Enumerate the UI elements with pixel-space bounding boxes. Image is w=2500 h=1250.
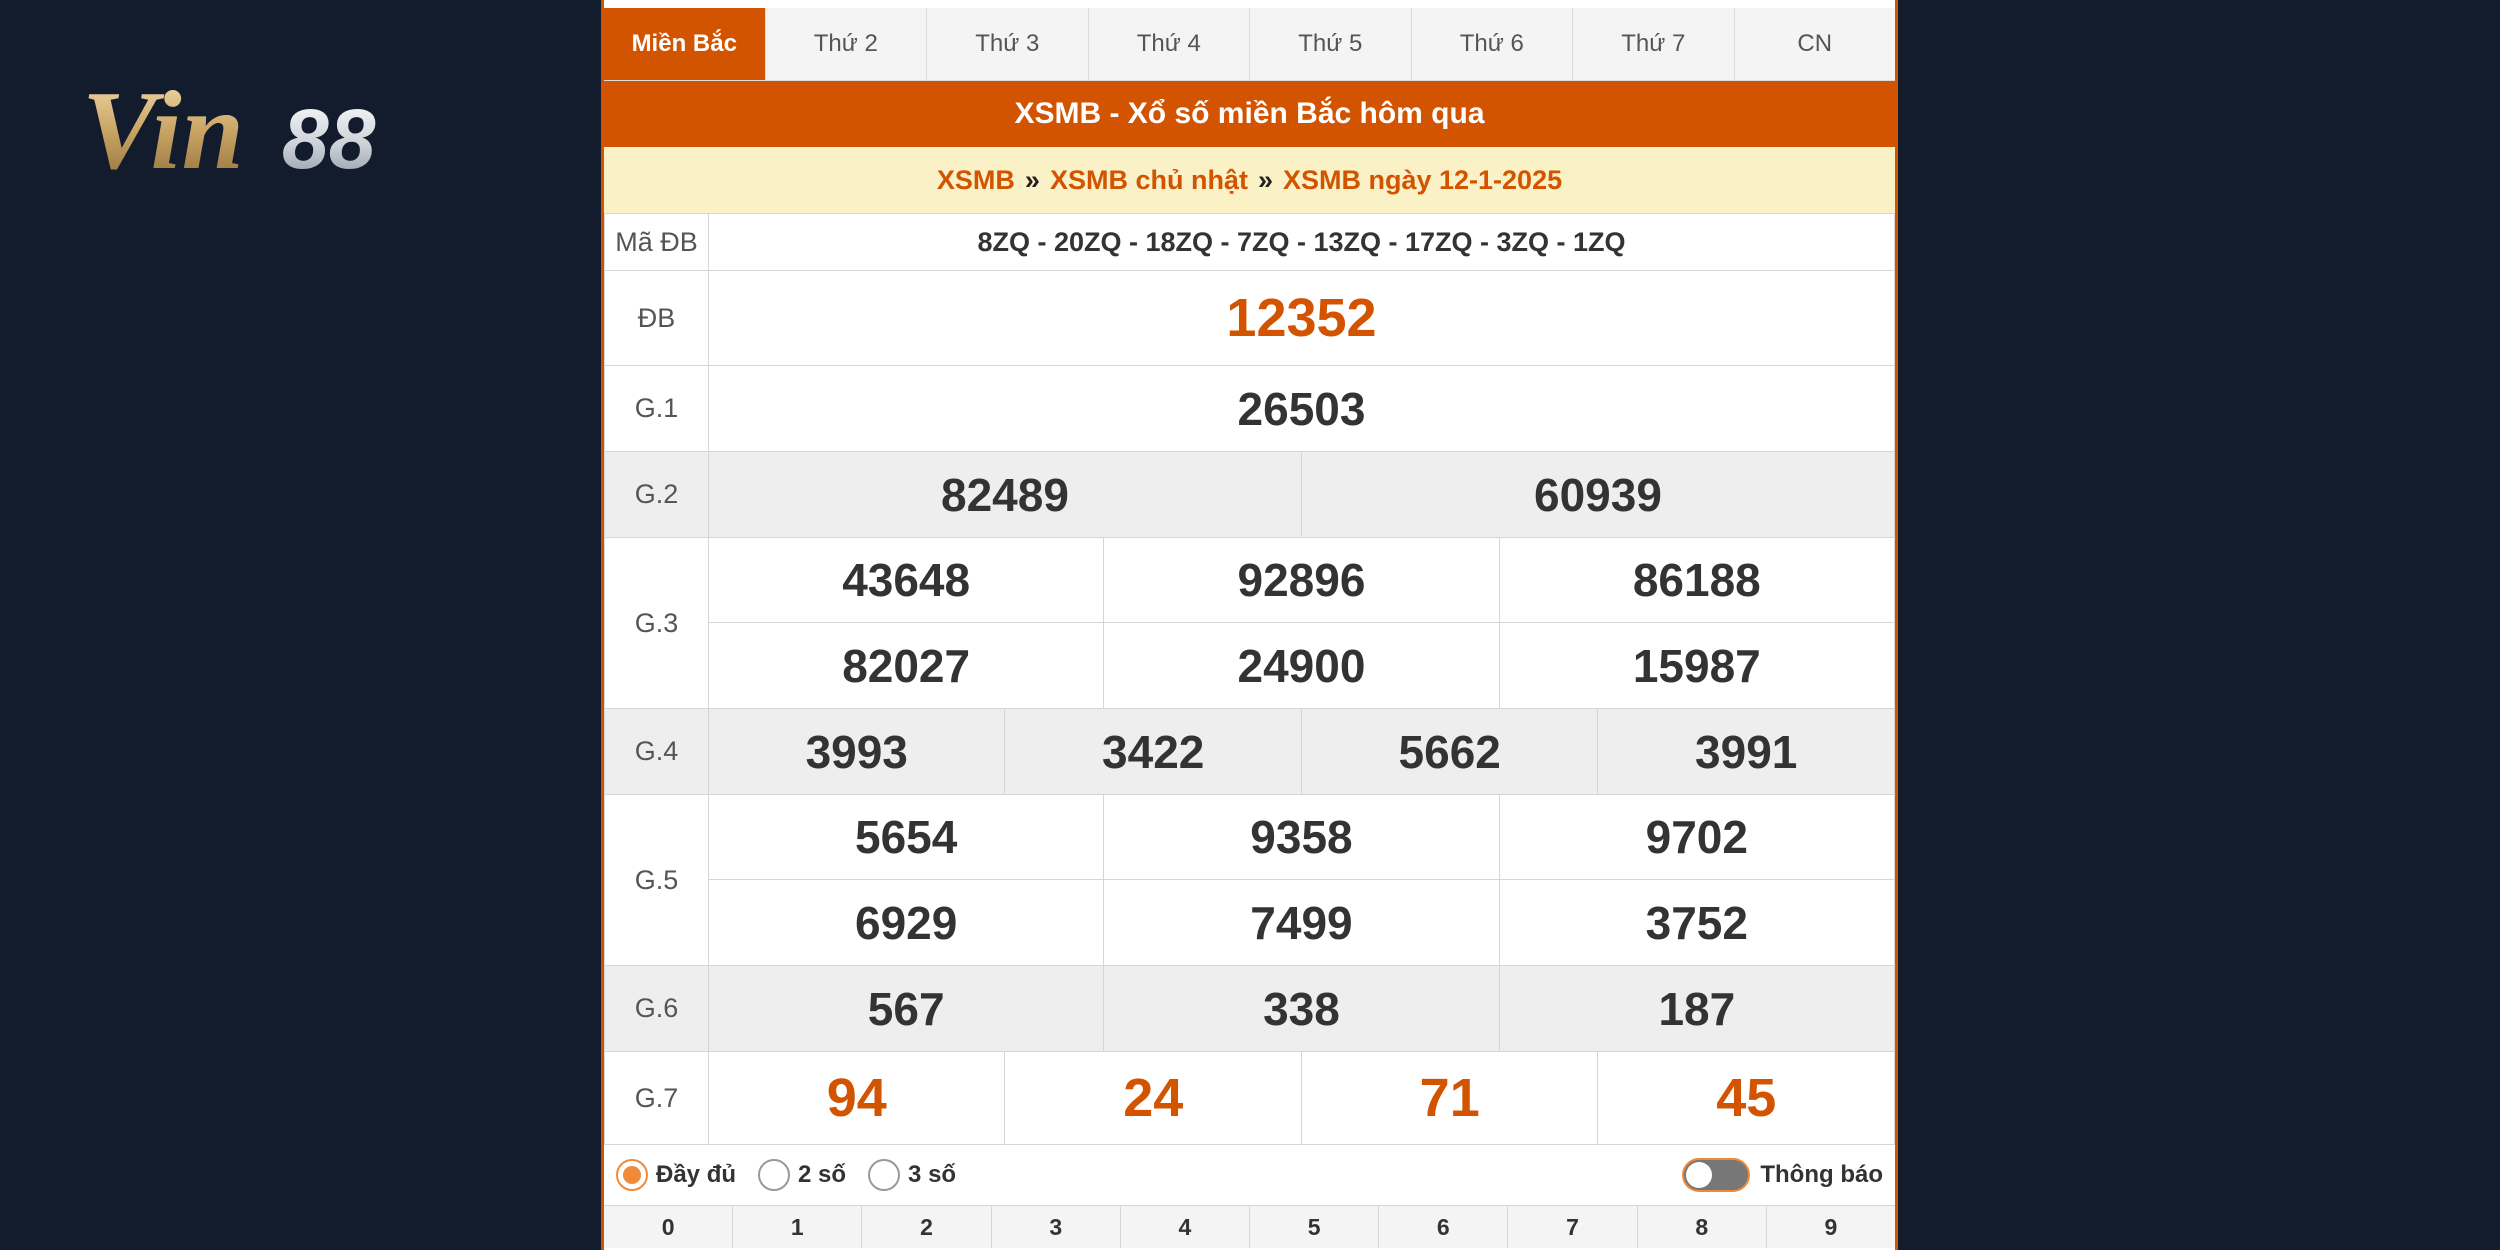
- tab-thu-7[interactable]: Thứ 7: [1573, 8, 1735, 80]
- prize-number: 12352: [708, 270, 1895, 366]
- notification-label: Thông báo: [1760, 1161, 1883, 1188]
- ma-db-label: Mã ĐB: [604, 213, 709, 271]
- prize-number: 3422: [1004, 708, 1302, 795]
- digit-6[interactable]: 6: [1379, 1206, 1509, 1248]
- breadcrumb-xsmb-chu-nhat[interactable]: XSMB chủ nhật: [1050, 165, 1248, 196]
- tab-mien-bac[interactable]: Miền Bắc: [604, 8, 766, 80]
- option-three-digits-label: 3 số: [908, 1161, 957, 1188]
- vin88-logo: Vin 88: [80, 60, 450, 190]
- prize-number: 9702: [1498, 794, 1896, 880]
- prize-label-g6: G.6: [604, 965, 709, 1052]
- prize-number: 187: [1498, 965, 1896, 1052]
- vin88-logo-graphic: Vin 88: [82, 69, 376, 190]
- page-title: XSMB - Xổ số miền Bắc hôm qua: [604, 81, 1895, 147]
- tab-thu-3[interactable]: Thứ 3: [927, 8, 1089, 80]
- option-full[interactable]: Đầy đủ: [616, 1159, 736, 1191]
- prize-row-g7: G.7 94 24 71 45: [604, 1051, 1895, 1145]
- tab-cn[interactable]: CN: [1735, 8, 1896, 80]
- tab-thu-4[interactable]: Thứ 4: [1089, 8, 1250, 80]
- digit-9[interactable]: 9: [1767, 1206, 1895, 1248]
- prize-row-g4: G.4 3993 3422 5662 3991: [604, 708, 1895, 795]
- prize-number: 24: [1004, 1051, 1302, 1145]
- prize-number: 567: [707, 965, 1105, 1052]
- prize-number: 45: [1597, 1051, 1895, 1145]
- prize-row-g3: G.3 43648 92896 86188: [604, 537, 1896, 709]
- prize-number: 86188: [1498, 537, 1896, 623]
- prize-row-g1: G.1 26503: [604, 365, 1895, 452]
- prize-number: 15987: [1498, 622, 1896, 709]
- digit-7[interactable]: 7: [1508, 1206, 1638, 1248]
- digit-2[interactable]: 2: [862, 1206, 992, 1248]
- digit-1[interactable]: 1: [733, 1206, 863, 1248]
- ma-db-row: Mã ĐB 8ZQ - 20ZQ - 18ZQ - 7ZQ - 13ZQ - 1…: [604, 213, 1895, 271]
- option-full-label: Đầy đủ: [656, 1161, 737, 1188]
- prize-number: 82027: [707, 622, 1105, 709]
- toggle-knob: [1686, 1162, 1713, 1188]
- notification-toggle[interactable]: Thông báo: [1682, 1158, 1883, 1192]
- svg-text:Vin: Vin: [82, 69, 244, 190]
- option-two-digits[interactable]: 2 số: [758, 1159, 846, 1191]
- lottery-panel: Miền Bắc Thứ 2 Thứ 3 Thứ 4 Thứ 5 Thứ 6 T…: [601, 0, 1898, 1250]
- option-three-digits[interactable]: 3 số: [868, 1159, 956, 1191]
- prize-number: 338: [1103, 965, 1500, 1052]
- breadcrumb: XSMB » XSMB chủ nhật » XSMB ngày 12-1-20…: [604, 147, 1895, 213]
- prize-number: 94: [707, 1051, 1006, 1145]
- prize-number: 7499: [1103, 879, 1500, 966]
- digit-8[interactable]: 8: [1638, 1206, 1767, 1248]
- prize-number: 24900: [1103, 622, 1500, 709]
- svg-text:88: 88: [282, 92, 376, 186]
- breadcrumb-xsmb-date[interactable]: XSMB ngày 12-1-2025: [1283, 165, 1562, 196]
- ma-db-codes: 8ZQ - 20ZQ - 18ZQ - 7ZQ - 13ZQ - 17ZQ - …: [708, 213, 1895, 271]
- prize-label-g1: G.1: [604, 365, 709, 452]
- breadcrumb-separator: »: [1024, 164, 1040, 195]
- prize-row-g2: G.2 82489 60939: [604, 451, 1896, 538]
- prize-label-g5: G.5: [604, 794, 709, 966]
- prize-number: 43648: [707, 537, 1105, 623]
- prize-number: 3752: [1498, 879, 1896, 966]
- digit-4[interactable]: 4: [1121, 1206, 1251, 1248]
- tab-thu-2[interactable]: Thứ 2: [766, 8, 927, 80]
- prize-row-g6: G.6 567 338 187: [604, 965, 1896, 1052]
- prize-label-g3: G.3: [604, 537, 709, 709]
- results-table: Mã ĐB 8ZQ - 20ZQ - 18ZQ - 7ZQ - 13ZQ - 1…: [604, 213, 1896, 1145]
- prize-label-g2: G.2: [604, 451, 709, 538]
- prize-number: 5654: [707, 794, 1105, 880]
- display-options: Đầy đủ 2 số 3 số Thông báo: [604, 1145, 1895, 1206]
- prize-number: 3993: [707, 708, 1006, 795]
- digit-3[interactable]: 3: [992, 1206, 1121, 1248]
- prize-label-g4: G.4: [604, 708, 709, 795]
- digit-0[interactable]: 0: [604, 1206, 734, 1248]
- prize-label-db: ĐB: [604, 270, 709, 366]
- digit-5[interactable]: 5: [1250, 1206, 1380, 1248]
- prize-row-db: ĐB 12352: [604, 270, 1895, 366]
- prize-row-g5: G.5 5654 9358 9702: [604, 794, 1896, 966]
- radio-full[interactable]: [616, 1159, 648, 1191]
- prize-number: 9358: [1103, 794, 1500, 880]
- prize-label-g7: G.7: [604, 1051, 709, 1145]
- radio-three-digits[interactable]: [868, 1159, 901, 1191]
- prize-number: 82489: [708, 451, 1302, 538]
- day-tabs: Miền Bắc Thứ 2 Thứ 3 Thứ 4 Thứ 5 Thứ 6 T…: [604, 8, 1895, 81]
- tab-thu-6[interactable]: Thứ 6: [1412, 8, 1573, 80]
- prize-number: 3991: [1597, 708, 1895, 795]
- prize-row-g3-b: 82027 24900 15987: [605, 622, 1896, 709]
- option-two-digits-label: 2 số: [798, 1161, 847, 1188]
- prize-number: 26503: [708, 365, 1895, 452]
- digit-filter-bar: 0 1 2 3 4 5 6 7 8 9: [604, 1206, 1895, 1248]
- prize-number: 92896: [1103, 537, 1500, 623]
- radio-two-digits[interactable]: [758, 1159, 791, 1191]
- breadcrumb-separator: »: [1257, 164, 1273, 195]
- prize-number: 6929: [707, 879, 1105, 966]
- breadcrumb-xsmb[interactable]: XSMB: [937, 165, 1015, 196]
- tab-thu-5[interactable]: Thứ 5: [1250, 8, 1412, 80]
- toggle-switch[interactable]: [1682, 1158, 1751, 1192]
- prize-number: 60939: [1300, 451, 1896, 538]
- prize-number: 71: [1300, 1051, 1599, 1145]
- prize-number: 5662: [1300, 708, 1599, 795]
- prize-row-g5-b: 6929 7499 3752: [605, 879, 1896, 966]
